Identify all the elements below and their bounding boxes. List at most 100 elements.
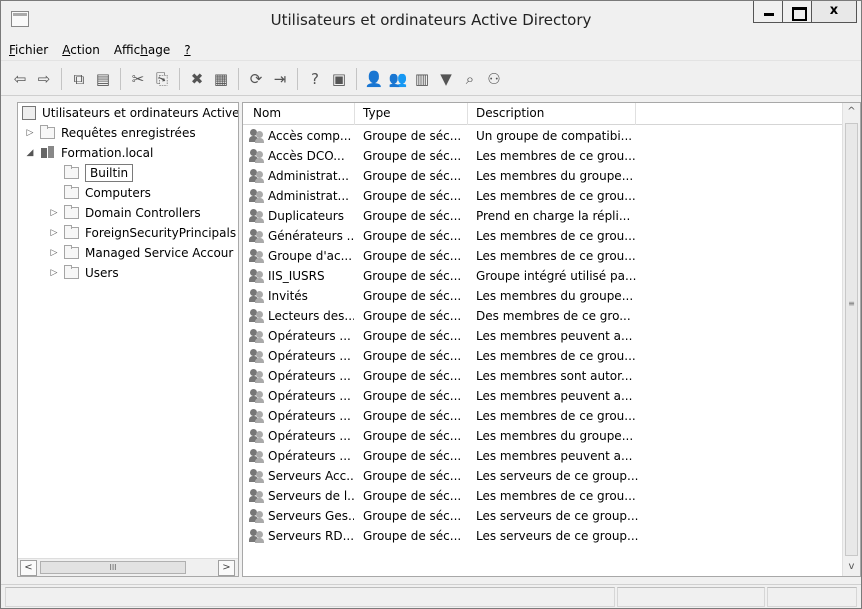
scroll-left-button[interactable]: < bbox=[20, 560, 37, 576]
new-user-icon[interactable]: 👤 bbox=[363, 68, 385, 90]
table-row[interactable]: Groupe d'ac... Groupe de séc... Les membre… bbox=[243, 246, 843, 266]
cell-type: Groupe de séc... bbox=[363, 249, 462, 263]
cell-description: Les membres de ce grou... bbox=[476, 149, 636, 163]
folder-icon bbox=[64, 225, 79, 239]
up-folder-icon[interactable]: ⧉ bbox=[68, 68, 90, 90]
list-vertical-scrollbar[interactable]: ^ ≡ v bbox=[842, 103, 860, 576]
filter-icon[interactable]: ▼ bbox=[435, 68, 457, 90]
properties-icon[interactable]: ▦ bbox=[210, 68, 232, 90]
table-row[interactable]: Serveurs Ges... Groupe de séc... Les serve… bbox=[243, 506, 843, 526]
table-row[interactable]: Opérateurs ... Groupe de séc... Les membre… bbox=[243, 346, 843, 366]
expand-arrow-icon[interactable]: ▷ bbox=[48, 207, 60, 219]
forward-icon[interactable]: ⇨ bbox=[33, 68, 55, 90]
new-ou-icon[interactable]: ▥ bbox=[411, 68, 433, 90]
cell-description: Les membres du groupe... bbox=[476, 289, 634, 303]
menu-help[interactable]: ? bbox=[184, 43, 190, 57]
security-group-icon bbox=[249, 369, 265, 383]
menu-fichier[interactable]: Fichier bbox=[9, 43, 48, 57]
export-list-icon[interactable]: ⇥ bbox=[269, 68, 291, 90]
find-icon[interactable]: ⌕ bbox=[459, 68, 481, 90]
tree-item-builtin[interactable]: Builtin bbox=[64, 163, 134, 183]
table-row[interactable]: Lecteurs des... Groupe de séc... Des membr… bbox=[243, 306, 843, 326]
scroll-right-button[interactable]: > bbox=[218, 560, 235, 576]
tree-item-managed-service-accounts[interactable]: ▷ Managed Service Accour bbox=[48, 243, 233, 263]
cell-name: Générateurs ... bbox=[268, 229, 354, 243]
scroll-thumb[interactable]: ≡ bbox=[845, 123, 858, 556]
table-row[interactable]: Opérateurs ... Groupe de séc... Les membre… bbox=[243, 446, 843, 466]
tree-item-label: Builtin bbox=[85, 164, 134, 182]
table-row[interactable]: Duplicateurs Groupe de séc... Prend en cha… bbox=[243, 206, 843, 226]
tree-item-label: Users bbox=[85, 266, 119, 280]
table-row[interactable]: Opérateurs ... Groupe de séc... Les membre… bbox=[243, 406, 843, 426]
table-row[interactable]: Opérateurs ... Groupe de séc... Les membre… bbox=[243, 326, 843, 346]
menu-affichage[interactable]: Affichage bbox=[114, 43, 170, 57]
tree-horizontal-scrollbar[interactable]: < III > bbox=[18, 558, 238, 576]
column-header-description[interactable]: Description bbox=[468, 103, 636, 125]
scroll-up-button[interactable]: ^ bbox=[843, 103, 860, 121]
title-bar[interactable]: Utilisateurs et ordinateurs Active Direc… bbox=[1, 1, 861, 39]
table-row[interactable]: Serveurs Acc... Groupe de séc... Les serve… bbox=[243, 466, 843, 486]
column-header-type[interactable]: Type bbox=[355, 103, 468, 125]
tree-item-domain[interactable]: ◢ Formation.local bbox=[24, 143, 153, 163]
table-row[interactable]: Administrat... Groupe de séc... Les membre… bbox=[243, 166, 843, 186]
tree-item-users[interactable]: ▷ Users bbox=[48, 263, 119, 283]
security-group-icon bbox=[249, 229, 265, 243]
close-button[interactable]: x bbox=[811, 1, 857, 23]
show-console-tree-icon[interactable]: ▤ bbox=[92, 68, 114, 90]
maximize-button[interactable] bbox=[782, 1, 812, 23]
cell-type: Groupe de séc... bbox=[363, 489, 462, 503]
table-row[interactable]: Opérateurs ... Groupe de séc... Les membre… bbox=[243, 426, 843, 446]
help-icon[interactable]: ? bbox=[304, 68, 326, 90]
table-row[interactable]: Accès comp... Groupe de séc... Un groupe d… bbox=[243, 126, 843, 146]
security-group-icon bbox=[249, 529, 265, 543]
security-group-icon bbox=[249, 309, 265, 323]
ou-folder-icon bbox=[64, 205, 79, 219]
collapse-arrow-icon[interactable]: ◢ bbox=[24, 147, 36, 159]
table-row[interactable]: Accès DCO... Groupe de séc... Les membres … bbox=[243, 146, 843, 166]
expand-arrow-icon[interactable]: ▷ bbox=[48, 247, 60, 259]
scroll-thumb[interactable]: III bbox=[40, 561, 186, 574]
tree-item-saved-queries[interactable]: ▷ Requêtes enregistrées bbox=[24, 123, 196, 143]
tree-item-domain-controllers[interactable]: ▷ Domain Controllers bbox=[48, 203, 201, 223]
tree-item-computers[interactable]: Computers bbox=[64, 183, 151, 203]
back-icon[interactable]: ⇦ bbox=[9, 68, 31, 90]
cell-name: Opérateurs ... bbox=[268, 429, 351, 443]
expand-arrow-icon[interactable]: ▷ bbox=[48, 267, 60, 279]
security-group-icon bbox=[249, 509, 265, 523]
copy-icon[interactable]: ⎘ bbox=[151, 68, 173, 90]
delete-icon[interactable]: ✖ bbox=[186, 68, 208, 90]
table-row[interactable]: Serveurs RD... Groupe de séc... Les serveu… bbox=[243, 526, 843, 546]
cell-name: Serveurs de l... bbox=[268, 489, 354, 503]
table-row[interactable]: Serveurs de l... Groupe de séc... Les memb… bbox=[243, 486, 843, 506]
cell-type: Groupe de séc... bbox=[363, 349, 462, 363]
cell-description: Les membres peuvent a... bbox=[476, 389, 633, 403]
table-row[interactable]: Invités Groupe de séc... Les membres du gr… bbox=[243, 286, 843, 306]
add-to-group-icon[interactable]: ⚇ bbox=[483, 68, 505, 90]
action-pane-icon[interactable]: ▣ bbox=[328, 68, 350, 90]
security-group-icon bbox=[249, 409, 265, 423]
tree-item-foreign-security-principals[interactable]: ▷ ForeignSecurityPrincipals bbox=[48, 223, 236, 243]
table-row[interactable]: Opérateurs ... Groupe de séc... Les membre… bbox=[243, 366, 843, 386]
cell-name: Lecteurs des... bbox=[268, 309, 354, 323]
cell-description: Prend en charge la répli... bbox=[476, 209, 631, 223]
refresh-icon[interactable]: ⟳ bbox=[245, 68, 267, 90]
tree-item-root[interactable]: Utilisateurs et ordinateurs Active bbox=[22, 103, 238, 123]
toolbar-separator bbox=[61, 67, 62, 90]
expand-arrow-icon[interactable]: ▷ bbox=[24, 127, 36, 139]
expand-arrow-icon[interactable]: ▷ bbox=[48, 227, 60, 239]
toolbar-separator bbox=[120, 67, 121, 90]
cell-name: Groupe d'ac... bbox=[268, 249, 353, 263]
minimize-button[interactable] bbox=[753, 1, 783, 23]
column-header-name[interactable]: Nom bbox=[243, 103, 355, 125]
cell-name: Opérateurs ... bbox=[268, 389, 351, 403]
table-row[interactable]: Générateurs ... Groupe de séc... Les membr… bbox=[243, 226, 843, 246]
cut-icon[interactable]: ✂ bbox=[127, 68, 149, 90]
table-row[interactable]: Administrat... Groupe de séc... Les membre… bbox=[243, 186, 843, 206]
table-row[interactable]: IIS_IUSRS Groupe de séc... Groupe intégré … bbox=[243, 266, 843, 286]
table-row[interactable]: Opérateurs ... Groupe de séc... Les membre… bbox=[243, 386, 843, 406]
menu-action[interactable]: Action bbox=[62, 43, 100, 57]
scroll-down-button[interactable]: v bbox=[843, 558, 860, 576]
folder-icon bbox=[64, 265, 79, 279]
tree-item-label: Requêtes enregistrées bbox=[61, 126, 196, 140]
new-group-icon[interactable]: 👥 bbox=[387, 68, 409, 90]
